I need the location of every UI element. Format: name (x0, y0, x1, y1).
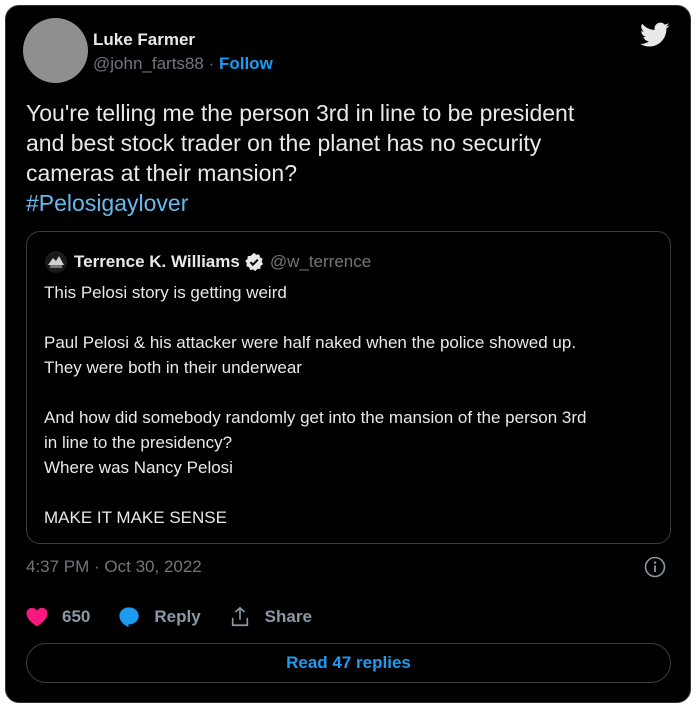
author-avatar[interactable] (23, 18, 88, 83)
quoted-tweet[interactable]: Terrence K. Williams @w_terrence This Pe… (26, 231, 671, 544)
reply-bubble-icon (119, 607, 139, 628)
quoted-line: Paul Pelosi & his attacker were half nak… (44, 333, 577, 352)
author-name[interactable]: Luke Farmer (93, 30, 195, 50)
share-icon (231, 606, 248, 627)
tweet-line: and best stock trader on the planet has … (26, 130, 542, 156)
quoted-tweet-header: Terrence K. Williams @w_terrence (44, 250, 371, 274)
tweet-line: You're telling me the person 3rd in line… (26, 100, 575, 126)
share-label: Share (264, 607, 312, 626)
timestamp[interactable]: 4:37 PM · Oct 30, 2022 (26, 557, 202, 577)
author-handle[interactable]: @john_farts88 (93, 54, 204, 73)
verified-badge-icon (245, 252, 263, 272)
separator: · (208, 54, 215, 73)
share-button[interactable]: Share (229, 606, 312, 628)
action-bar: 650 Reply Share (26, 606, 340, 628)
quoted-tweet-body: This Pelosi story is getting weird Paul … (44, 280, 664, 530)
like-button[interactable]: 650 (26, 607, 90, 627)
quoted-line: This Pelosi story is getting weird (44, 283, 287, 302)
quoted-line: And how did somebody randomly get into t… (44, 408, 587, 427)
author-handle-row: @john_farts88 · Follow (93, 54, 273, 74)
quoted-line: They were both in their underwear (44, 358, 302, 377)
heart-icon (26, 607, 48, 627)
twitter-bird-icon[interactable] (640, 22, 670, 48)
like-count: 650 (62, 607, 91, 626)
info-icon[interactable] (644, 556, 666, 578)
reply-button[interactable]: Reply (118, 606, 201, 628)
quoted-line: Where was Nancy Pelosi (44, 458, 233, 477)
quoted-line: MAKE IT MAKE SENSE (44, 508, 227, 527)
quoted-author-avatar[interactable] (44, 250, 68, 274)
read-replies-button[interactable]: Read 47 replies (26, 643, 671, 683)
tweet-card: Luke Farmer @john_farts88 · Follow You'r… (5, 5, 691, 703)
follow-button[interactable]: Follow (219, 54, 273, 73)
hashtag-link[interactable]: #Pelosigaylover (26, 188, 666, 218)
reply-label: Reply (154, 607, 201, 626)
tweet-text: You're telling me the person 3rd in line… (26, 98, 666, 218)
quoted-author-name[interactable]: Terrence K. Williams (74, 252, 240, 272)
tweet-line: cameras at their mansion? (26, 160, 298, 186)
quoted-line: in line to the presidency? (44, 433, 233, 452)
quoted-author-handle[interactable]: @w_terrence (270, 252, 371, 272)
